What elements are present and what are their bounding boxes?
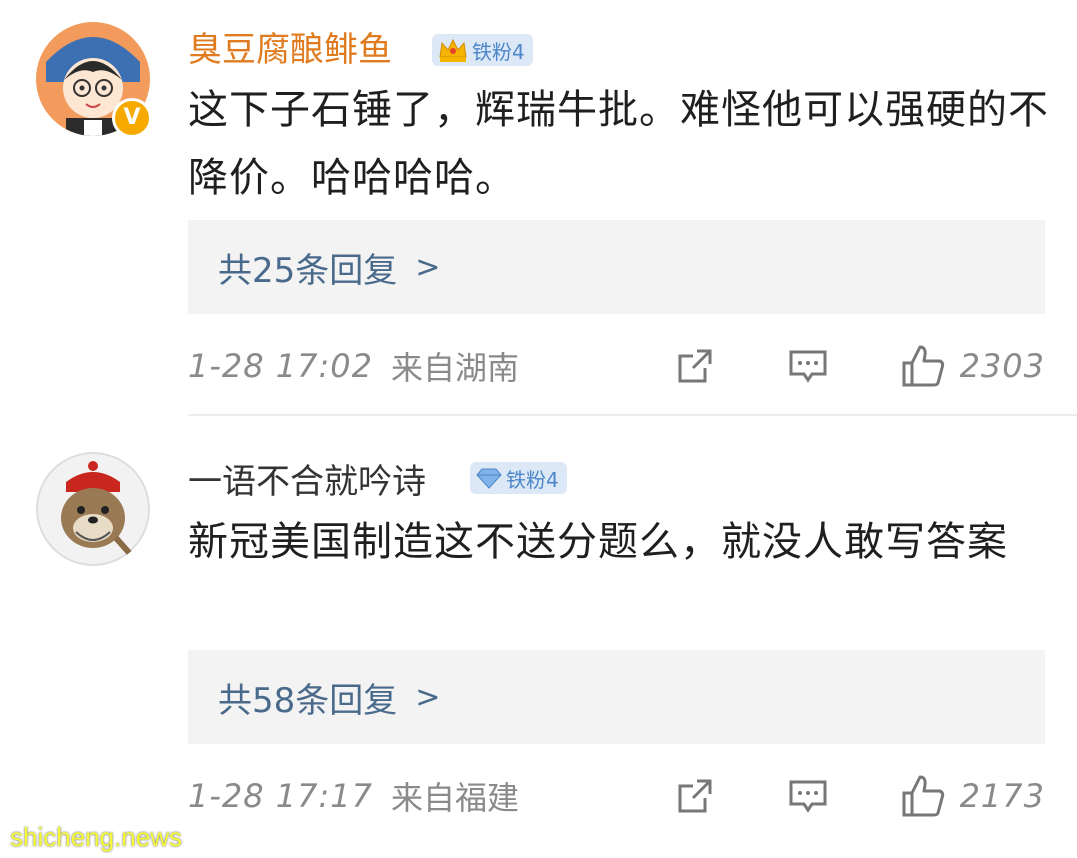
- replies-label: 共58条回复: [218, 680, 398, 721]
- fan-badge[interactable]: 铁粉4: [432, 34, 533, 66]
- chevron-right-icon: >: [415, 249, 441, 285]
- verified-badge-icon: V: [112, 98, 152, 138]
- timestamp: 1-28 17:17: [188, 777, 374, 815]
- like-icon[interactable]: [900, 773, 946, 819]
- comment-icon[interactable]: [788, 776, 828, 816]
- divider: [188, 414, 1077, 416]
- location: 来自湖南: [391, 349, 520, 387]
- username[interactable]: 臭豆腐酿鲱鱼: [188, 28, 392, 72]
- diamond-icon: [476, 466, 502, 490]
- timestamp: 1-28 17:02: [188, 347, 374, 385]
- username[interactable]: 一语不合就吟诗: [188, 460, 426, 504]
- share-icon[interactable]: [675, 776, 715, 816]
- location: 来自福建: [391, 779, 520, 817]
- comment-text: 新冠美国制造这不送分题么，就没人敢写答案: [188, 519, 1008, 565]
- comment-meta: 1-28 17:17 来自福建 2173: [188, 771, 1045, 821]
- comment-text: 这下子石锤了，辉瑞牛批。难怪他可以强硬的不降价。哈哈哈哈。: [188, 87, 1049, 201]
- like-count: 2173: [959, 777, 1045, 815]
- avatar[interactable]: [36, 452, 150, 566]
- comment-icon[interactable]: [788, 346, 828, 386]
- replies-button[interactable]: 共25条回复 >: [188, 220, 1045, 314]
- replies-button[interactable]: 共58条回复 >: [188, 650, 1045, 744]
- crown-icon: [438, 37, 468, 63]
- chevron-right-icon: >: [415, 679, 441, 715]
- watermark: shicheng.news: [10, 822, 182, 852]
- like-icon[interactable]: [900, 343, 946, 389]
- fan-badge-label: 铁粉4: [506, 467, 559, 492]
- like-count: 2303: [959, 347, 1045, 385]
- fan-badge[interactable]: 铁粉4: [470, 462, 567, 494]
- share-icon[interactable]: [675, 346, 715, 386]
- comment-meta: 1-28 17:02 来自湖南 2303: [188, 341, 1045, 391]
- fan-badge-label: 铁粉4: [472, 39, 525, 64]
- replies-label: 共25条回复: [218, 250, 398, 291]
